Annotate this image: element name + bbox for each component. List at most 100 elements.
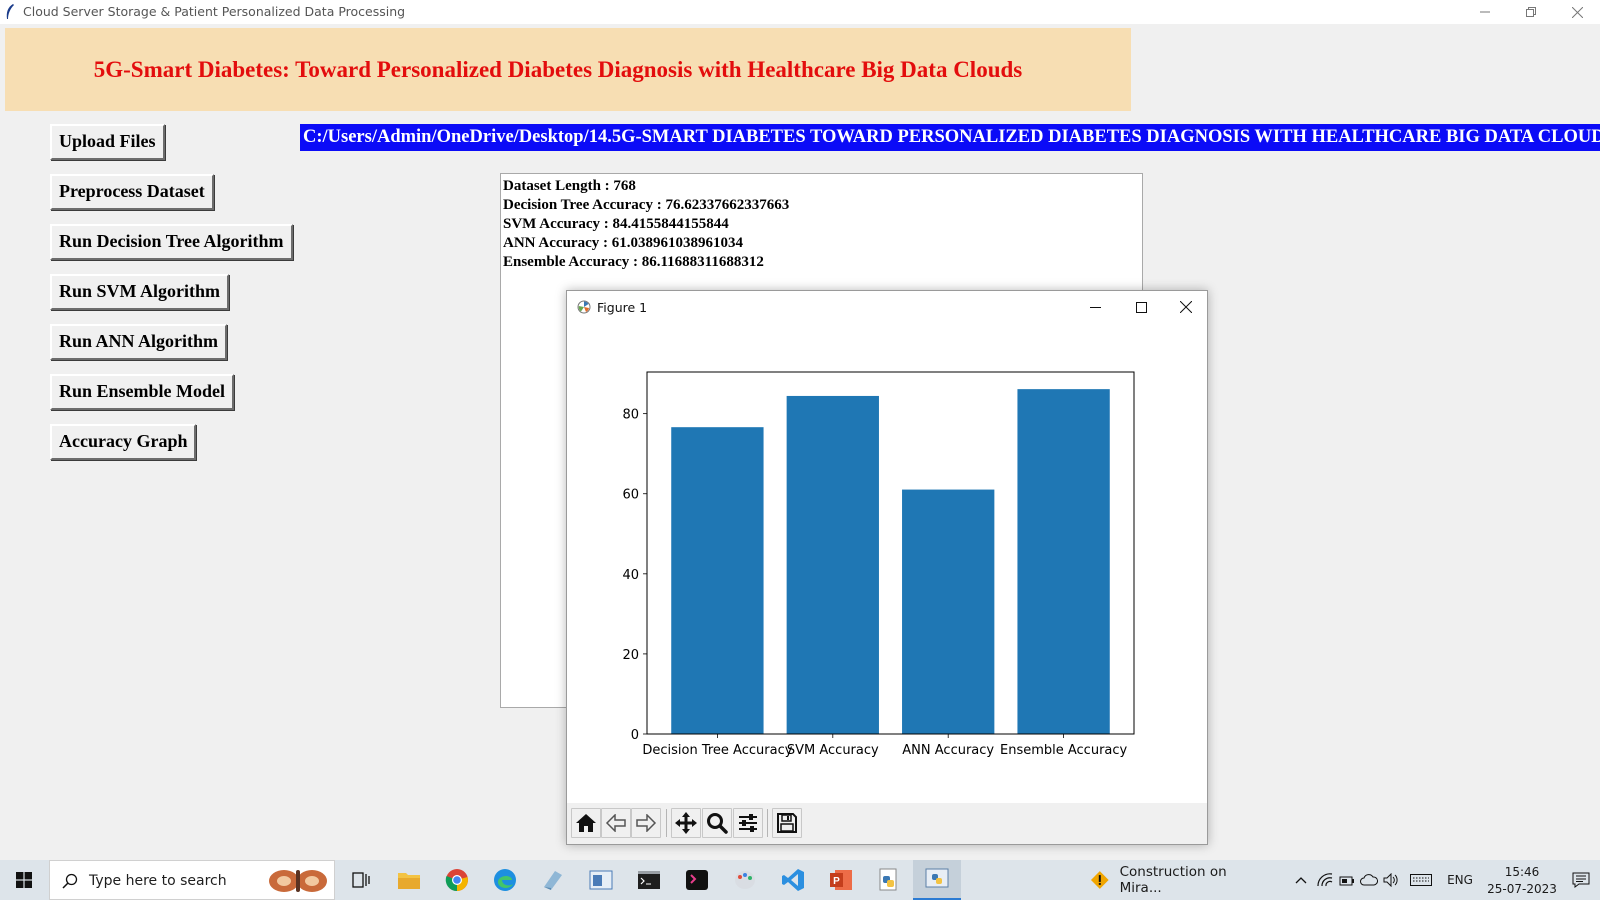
edge-icon <box>494 869 516 891</box>
run-ann-button[interactable]: Run ANN Algorithm <box>50 324 228 360</box>
y-tick-label: 80 <box>622 408 639 423</box>
app-taskbar-button[interactable] <box>529 860 577 900</box>
start-button[interactable] <box>0 860 48 900</box>
search-icon <box>62 873 78 889</box>
edge-taskbar-button[interactable] <box>481 860 529 900</box>
maximize-icon <box>1135 301 1147 313</box>
upload-files-button[interactable]: Upload Files <box>50 124 165 160</box>
chrome-icon <box>445 869 468 892</box>
figure-close-button[interactable] <box>1163 291 1209 323</box>
window-titlebar: Cloud Server Storage & Patient Personali… <box>0 0 1600 24</box>
matplotlib-logo-icon <box>577 300 591 314</box>
save-button[interactable] <box>772 808 802 838</box>
palette-icon <box>735 871 755 889</box>
toolbar-separator <box>767 809 768 837</box>
volume-tray-button[interactable] <box>1380 860 1402 900</box>
cloud-icon <box>1360 874 1378 886</box>
figure-minimize-button[interactable] <box>1072 291 1118 323</box>
bar <box>671 427 764 734</box>
back-arrow-icon <box>605 814 626 832</box>
configure-subplots-button[interactable] <box>733 808 763 838</box>
task-view-icon <box>352 872 370 888</box>
pan-icon <box>675 812 697 834</box>
terminal-app-icon <box>686 870 708 890</box>
python-app-taskbar-button-active[interactable] <box>913 860 961 900</box>
app-taskbar-button[interactable] <box>577 860 625 900</box>
command-prompt-taskbar-button[interactable] <box>625 860 673 900</box>
run-svm-button[interactable]: Run SVM Algorithm <box>50 274 230 310</box>
search-placeholder: Type here to search <box>89 873 227 889</box>
moth-illustration-icon <box>269 870 327 892</box>
minimize-icon <box>1480 11 1490 13</box>
taskbar-search-box[interactable]: Type here to search <box>49 860 335 900</box>
x-tick-label: Ensemble Accuracy <box>1000 743 1128 758</box>
keyboard-tray-button[interactable] <box>1406 860 1436 900</box>
minimize-icon <box>1089 306 1101 308</box>
network-tray-button[interactable] <box>1314 860 1336 900</box>
task-view-button[interactable] <box>337 860 385 900</box>
back-button[interactable] <box>601 808 631 838</box>
figure-window: Figure 1 Decision Tree Accuracy SVM Accur… <box>566 290 1208 845</box>
bar <box>786 395 879 734</box>
action-center-button[interactable] <box>1562 860 1600 900</box>
pan-button[interactable] <box>671 808 701 838</box>
feather-app-icon <box>6 4 14 19</box>
bar <box>902 489 995 734</box>
minimize-button[interactable] <box>1462 0 1508 24</box>
output-line: ANN Accuracy : 61.038961038961034 <box>503 235 743 251</box>
home-icon <box>576 814 596 832</box>
save-icon <box>777 813 797 833</box>
zoom-button[interactable] <box>702 808 732 838</box>
home-button[interactable] <box>571 808 601 838</box>
notification-icon <box>1572 872 1590 888</box>
warning-icon <box>1090 871 1109 889</box>
svg-text:P: P <box>833 876 840 887</box>
news-widget[interactable]: Construction on Mira... <box>1090 860 1270 900</box>
run-decision-tree-button[interactable]: Run Decision Tree Algorithm <box>50 224 293 260</box>
taskbar: Type here to search P Construction on Mi… <box>0 860 1600 900</box>
figure-title: Figure 1 <box>597 300 648 315</box>
chrome-taskbar-button[interactable] <box>433 860 481 900</box>
toolbar-separator <box>666 809 667 837</box>
restore-icon <box>1526 7 1536 17</box>
terminal-icon <box>638 871 660 889</box>
onedrive-tray-button[interactable] <box>1358 860 1380 900</box>
wifi-icon <box>1317 873 1333 887</box>
app-icon <box>544 871 562 890</box>
zoom-icon <box>707 813 728 834</box>
file-explorer-taskbar-button[interactable] <box>385 860 433 900</box>
news-widget-text: Construction on Mira... <box>1119 864 1227 896</box>
battery-icon <box>1339 876 1354 886</box>
powerpoint-icon: P <box>830 870 852 890</box>
preprocess-dataset-button[interactable]: Preprocess Dataset <box>50 174 214 210</box>
python-taskbar-button[interactable] <box>865 860 913 900</box>
terminal-app-taskbar-button[interactable] <box>673 860 721 900</box>
output-line: Dataset Length : 768 <box>503 178 636 194</box>
banner-title: 5G-Smart Diabetes: Toward Personalized D… <box>93 56 1023 82</box>
output-line: SVM Accuracy : 84.4155844155844 <box>503 216 729 232</box>
vscode-icon <box>782 869 804 891</box>
figure-maximize-button[interactable] <box>1118 291 1164 323</box>
forward-button[interactable] <box>631 808 661 838</box>
path-label: C:/Users/Admin/OneDrive/Desktop/14.5G-SM… <box>300 124 1600 151</box>
battery-tray-button[interactable] <box>1336 860 1358 900</box>
accuracy-graph-button[interactable]: Accuracy Graph <box>50 424 197 460</box>
close-button[interactable] <box>1554 0 1600 24</box>
speaker-icon <box>1383 873 1398 887</box>
x-tick-label: ANN Accuracy <box>902 743 994 758</box>
restore-button[interactable] <box>1508 0 1554 24</box>
paint-taskbar-button[interactable] <box>721 860 769 900</box>
powerpoint-taskbar-button[interactable]: P <box>817 860 865 900</box>
windows-logo-icon <box>16 872 32 888</box>
vscode-taskbar-button[interactable] <box>769 860 817 900</box>
language-indicator[interactable]: ENG <box>1440 860 1480 900</box>
show-hidden-icons-button[interactable] <box>1290 860 1312 900</box>
keyboard-icon <box>1410 874 1432 886</box>
clock[interactable]: 15:46 25-07-2023 <box>1482 860 1562 900</box>
run-ensemble-button[interactable]: Run Ensemble Model <box>50 374 235 410</box>
close-icon <box>1571 6 1583 18</box>
y-tick-label: 40 <box>622 568 639 583</box>
output-line: Decision Tree Accuracy : 76.623376623376… <box>503 197 790 213</box>
y-tick-label: 0 <box>631 728 639 743</box>
folder-icon <box>398 873 420 889</box>
